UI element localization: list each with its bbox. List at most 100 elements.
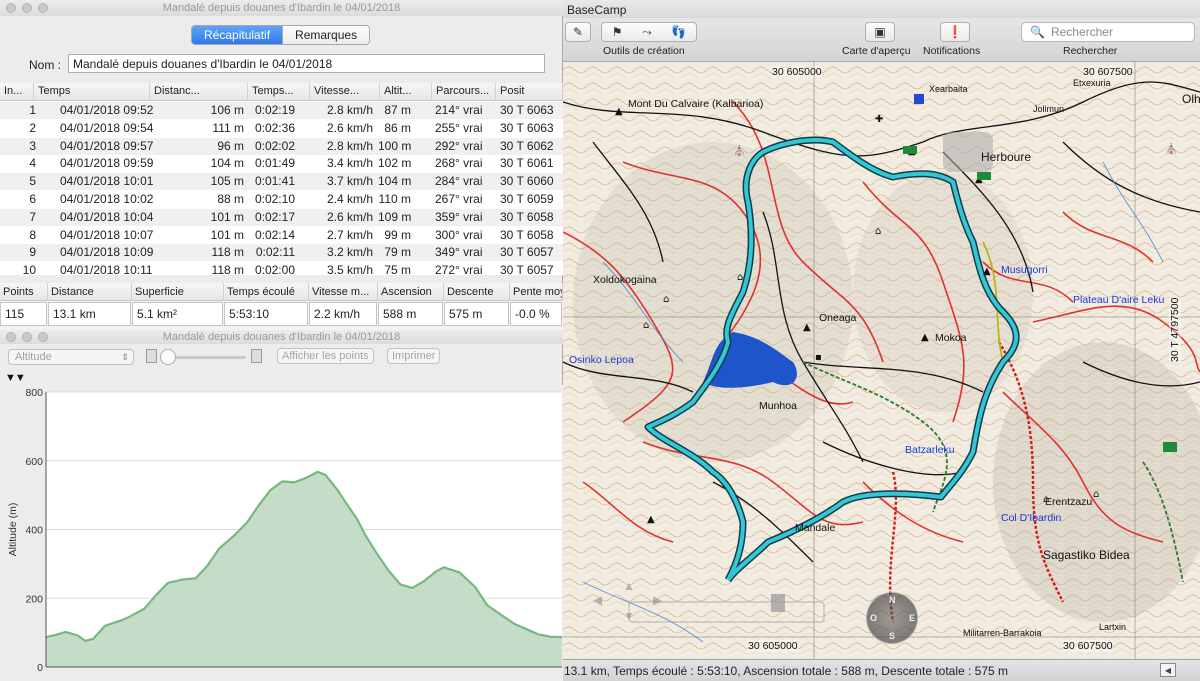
place-label: Sagastiko Bidea — [1043, 548, 1130, 562]
grid-label-easting-bottom-2: 30 607500 — [1063, 640, 1113, 652]
table-cell: 04/01/2018 09:54 — [60, 120, 154, 135]
column-header[interactable]: Temps... — [248, 83, 310, 101]
svg-text:▲: ▲ — [615, 106, 623, 117]
svg-text:◀: ◀ — [593, 593, 603, 607]
flag-icon[interactable]: ⚑ — [612, 25, 623, 39]
column-header[interactable]: Distanc... — [150, 83, 248, 101]
place-label: Oneaga — [819, 312, 857, 324]
y-axis-label: Altitude (m) — [7, 503, 19, 557]
summary-header: Descente — [444, 283, 510, 301]
zoom-slider-handle[interactable] — [160, 349, 176, 365]
table-cell: 105 m — [210, 174, 244, 189]
profile-type-value: Altitude — [15, 351, 52, 363]
print-button[interactable]: Imprimer — [387, 348, 441, 364]
table-cell: 30 T 6057 — [500, 263, 554, 275]
table-cell: 0:02:19 — [254, 103, 295, 117]
table-cell: 109 m — [378, 209, 411, 224]
grid-label-easting-top-1: 30 605000 — [772, 66, 822, 78]
table-cell: 268° vrai — [435, 156, 483, 171]
table-row[interactable]: 3 04/01/2018 09:57 96 m 0:02:02 2.8 km/h 100 … — [0, 137, 563, 155]
range-marker-icons[interactable]: ▼▼ — [5, 372, 26, 384]
place-label: Militarren-Barrakoia — [963, 628, 1042, 638]
table-cell: 30 T 6061 — [500, 156, 554, 171]
table-cell: 04/01/2018 09:57 — [60, 138, 154, 153]
route-icon[interactable]: ⤳ — [642, 25, 652, 40]
table-cell: 04/01/2018 10:01 — [60, 174, 154, 189]
y-tick-label: 800 — [25, 387, 43, 399]
table-cell: 255° vrai — [435, 120, 483, 135]
zoom-in-icon[interactable] — [251, 349, 262, 363]
search-icon: 🔍 — [1030, 25, 1045, 39]
profile-toolbar: Altitude ⇕ Afficher les points Imprimer — [0, 344, 563, 372]
tab-remarques[interactable]: Remarques — [282, 26, 370, 44]
topographic-map[interactable]: ▲⛪✚ ▲▲⛪ ⌂⌂⌂ ⌂▲▲ ⌂⌂▲ ⌂▲▪ ◀▲▼▶ — [563, 62, 1200, 659]
column-header[interactable]: In... — [0, 83, 34, 101]
table-cell: 2 — [29, 120, 36, 135]
ruler-tool-button[interactable]: ✎ — [565, 22, 591, 42]
svg-text:⌂: ⌂ — [737, 272, 743, 283]
zoom-out-icon[interactable] — [146, 349, 157, 363]
table-cell: 3.5 km/h — [326, 263, 373, 275]
profile-window-title: Mandalé depuis douanes d'Ibardin le 04/0… — [162, 331, 401, 343]
table-cell: 101 m — [210, 209, 244, 224]
profile-type-select[interactable]: Altitude ⇕ — [8, 349, 134, 365]
summary-value: 575 m — [444, 302, 509, 326]
column-header[interactable]: Temps — [34, 83, 150, 101]
notifications-button[interactable]: ❗ — [940, 22, 970, 42]
table-cell: 4 — [29, 156, 36, 171]
map-canvas[interactable]: ▲⛪✚ ▲▲⛪ ⌂⌂⌂ ⌂▲▲ ⌂⌂▲ ⌂▲▪ ◀▲▼▶ 30 605000 3… — [563, 62, 1200, 659]
track-points-table[interactable]: In... Temps Distanc... Temps... Vitesse... Al… — [0, 83, 563, 275]
table-cell: 100 m — [378, 138, 411, 153]
column-header[interactable]: Parcours... — [432, 83, 496, 101]
track-summary: Points Distance Superficie Temps écoulé Vite… — [0, 283, 563, 330]
column-header[interactable]: Posit — [496, 83, 563, 101]
table-row[interactable]: 7 04/01/2018 10:04 101 m 0:02:17 2.6 km/h 109… — [0, 208, 563, 226]
panel-toggle-button[interactable]: ◀ — [1160, 663, 1176, 677]
table-row[interactable]: 4 04/01/2018 09:59 104 m 0:01:49 3.4 km/h 102… — [0, 155, 563, 172]
table-row[interactable]: 8 04/01/2018 10:07 101 m 0:02:14 2.7 km/h 99 … — [0, 227, 563, 244]
table-cell: 30 T 6057 — [500, 245, 554, 260]
notifications-label: Notifications — [923, 45, 981, 57]
table-header: In... Temps Distanc... Temps... Vitesse... Al… — [0, 83, 563, 101]
track-status-text: 13.1 km, Temps écoulé : 5:53:10, Ascensi… — [564, 664, 1009, 678]
summary-header: Points — [0, 283, 48, 301]
table-cell: 2.8 km/h — [326, 138, 373, 153]
table-row[interactable]: 2 04/01/2018 09:54 111 m 0:02:36 2.6 km/h 86 … — [0, 120, 563, 137]
map-window: BaseCamp ✎ ⚑ ⤳ 👣 Outils de création ▣ Ca… — [563, 0, 1200, 681]
table-cell: 2.6 km/h — [326, 209, 373, 224]
table-cell: 79 m — [384, 245, 411, 260]
table-row[interactable]: 1 04/01/2018 09:52 106 m 0:02:19 2.8 km/h 87 … — [0, 102, 563, 119]
overview-map-button[interactable]: ▣ — [865, 22, 895, 42]
compass-rose[interactable]: N O E S — [866, 592, 918, 644]
table-cell: 102 m — [378, 156, 411, 171]
summary-value: 13.1 km — [48, 302, 131, 326]
table-cell: 0:02:36 — [254, 120, 295, 135]
creation-tools-group[interactable]: ⚑ ⤳ 👣 — [601, 22, 697, 42]
table-cell: 86 m — [384, 120, 411, 135]
table-cell: 118 m — [211, 245, 244, 260]
column-header[interactable]: Vitesse... — [310, 83, 380, 101]
elevation-chart[interactable]: 800 600 400 200 0 Altitude (m) — [0, 385, 563, 681]
svg-text:⛪: ⛪ — [1165, 142, 1177, 155]
search-input[interactable]: 🔍 Rechercher — [1021, 22, 1195, 42]
footsteps-icon[interactable]: 👣 — [671, 25, 686, 39]
show-points-button[interactable]: Afficher les points — [277, 348, 374, 364]
table-cell: 3.7 km/h — [326, 174, 373, 189]
svg-text:▲: ▲ — [623, 579, 635, 593]
column-header[interactable]: Altit... — [380, 83, 432, 101]
table-cell: 0:02:14 — [254, 227, 295, 242]
tab-recapitulatif[interactable]: Récapitulatif — [192, 26, 283, 44]
track-properties-window: Mandalé depuis douanes d'Ibardin le 04/0… — [0, 0, 563, 330]
place-label: Musugorri — [1001, 264, 1048, 276]
table-cell: 0:01:49 — [254, 156, 295, 171]
table-row[interactable]: 6 04/01/2018 10:02 88 m 0:02:10 2.4 km/h 110 … — [0, 191, 563, 208]
table-cell: 04/01/2018 10:02 — [60, 192, 154, 206]
track-name-input[interactable]: Mandalé depuis douanes d'Ibardin le 04/0… — [68, 54, 545, 73]
table-cell: 04/01/2018 10:04 — [60, 209, 154, 224]
table-row[interactable]: 9 04/01/2018 10:09 118 m 0:02:11 3.2 km/h 79 … — [0, 244, 563, 262]
table-row[interactable]: 5 04/01/2018 10:01 105 m 0:01:41 3.7 km/h 104… — [0, 173, 563, 191]
table-cell: 0:02:10 — [254, 192, 295, 206]
table-row[interactable]: 10 04/01/2018 10:11 118 m 0:02:00 3.5 km/h 75… — [0, 262, 563, 275]
place-label: Lartxin — [1099, 622, 1127, 632]
grid-label-northing: 30 T 4797500 — [1169, 297, 1181, 362]
